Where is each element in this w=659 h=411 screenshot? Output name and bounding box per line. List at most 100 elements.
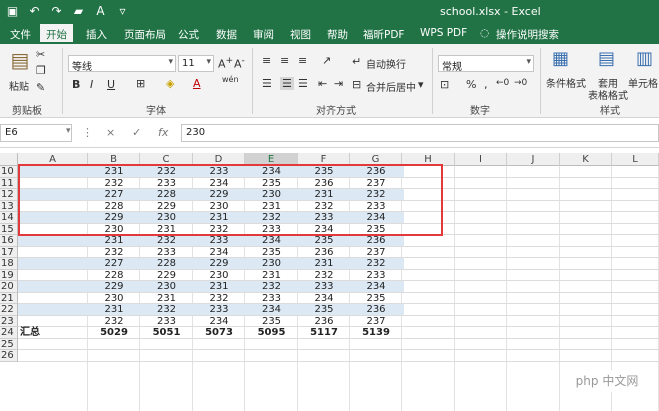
row-header[interactable]: 16 — [0, 235, 18, 247]
cell[interactable]: 230 — [140, 281, 193, 292]
formula-input[interactable]: 230 — [181, 124, 659, 142]
enter-icon[interactable]: ✓ — [132, 126, 141, 139]
cell[interactable]: 231 — [88, 235, 140, 246]
font-name-combo[interactable]: 等线 ▾ — [68, 55, 176, 73]
cell[interactable]: 5051 — [140, 327, 193, 338]
phonetic-button[interactable]: wén — [222, 75, 239, 84]
cell[interactable] — [18, 235, 88, 246]
cell[interactable]: 235 — [245, 247, 298, 258]
cell[interactable]: 233 — [245, 293, 298, 304]
conditional-format-button[interactable]: 条件格式 — [546, 75, 586, 90]
cell[interactable] — [245, 339, 298, 350]
cell[interactable]: 229 — [140, 270, 193, 281]
cell-styles-button[interactable]: 单元格 — [628, 75, 658, 90]
cell[interactable]: 5117 — [298, 327, 350, 338]
column-header-i[interactable]: I — [455, 153, 507, 166]
row-header[interactable]: 24 — [0, 327, 18, 339]
tab-insert[interactable]: 插入 — [86, 27, 107, 42]
cell[interactable]: 236 — [298, 247, 350, 258]
column-header-k[interactable]: K — [560, 153, 612, 166]
cell[interactable]: 233 — [350, 270, 402, 281]
cell[interactable] — [193, 339, 245, 350]
cell[interactable] — [245, 350, 298, 361]
cell[interactable]: 236 — [350, 235, 402, 246]
conditional-format-icon[interactable]: ▦ — [552, 48, 569, 69]
cell[interactable]: 231 — [88, 304, 140, 315]
row-header[interactable]: 13 — [0, 200, 18, 212]
cell[interactable]: 233 — [193, 304, 245, 315]
cell[interactable]: 232 — [88, 316, 140, 327]
customize-icon[interactable]: ▿ — [116, 4, 129, 18]
align-top-icon[interactable]: ≡ — [262, 54, 271, 67]
cell[interactable]: 228 — [140, 258, 193, 269]
cell[interactable]: 236 — [350, 304, 402, 315]
decrease-decimal-icon[interactable]: →0 — [514, 78, 527, 88]
cell[interactable]: 234 — [245, 235, 298, 246]
merge-center-icon[interactable]: ⊟ — [352, 78, 361, 91]
cell[interactable] — [18, 258, 88, 269]
increase-indent-icon[interactable]: ⇥ — [334, 77, 343, 90]
tab-data[interactable]: 数据 — [216, 27, 237, 42]
cell[interactable] — [298, 339, 350, 350]
cell[interactable]: 232 — [350, 258, 402, 269]
italic-button[interactable]: I — [90, 78, 93, 91]
column-header-l[interactable]: L — [612, 153, 659, 166]
align-right-icon[interactable]: ☰ — [298, 77, 308, 90]
font-color-icon[interactable]: A — [94, 4, 107, 18]
tab-view[interactable]: 视图 — [290, 27, 311, 42]
cell[interactable]: 237 — [350, 247, 402, 258]
cell[interactable] — [18, 316, 88, 327]
wrap-text-button[interactable]: 自动换行 — [366, 56, 406, 71]
row-header[interactable]: 26 — [0, 350, 18, 362]
cell[interactable] — [350, 350, 402, 361]
cell[interactable]: 231 — [140, 293, 193, 304]
chevron-down-icon[interactable]: ▾ — [418, 78, 424, 91]
tab-foxit-pdf[interactable]: 福昕PDF — [363, 27, 404, 42]
cell[interactable]: 231 — [298, 258, 350, 269]
cut-icon[interactable]: ✂ — [36, 48, 45, 61]
chevron-down-icon[interactable]: ▾ — [66, 126, 71, 136]
cell[interactable]: 232 — [245, 281, 298, 292]
decrease-indent-icon[interactable]: ⇤ — [318, 77, 327, 90]
cell[interactable] — [88, 339, 140, 350]
copy-icon[interactable]: ❐ — [36, 64, 46, 77]
row-header[interactable]: 17 — [0, 246, 18, 258]
cell[interactable]: 5095 — [245, 327, 298, 338]
cell[interactable]: 235 — [298, 235, 350, 246]
fill-color-icon[interactable]: ◈ — [166, 77, 174, 90]
cell[interactable] — [298, 350, 350, 361]
tab-help[interactable]: 帮助 — [327, 27, 348, 42]
align-center-icon[interactable]: ☰ — [280, 77, 294, 90]
row-header[interactable]: 15 — [0, 223, 18, 235]
cell[interactable] — [140, 339, 193, 350]
cell[interactable] — [18, 350, 88, 361]
folder-icon[interactable]: ▰ — [72, 4, 85, 18]
row-header[interactable]: 18 — [0, 258, 18, 270]
font-size-combo[interactable]: 11 ▾ — [178, 55, 214, 72]
row-header[interactable]: 23 — [0, 315, 18, 327]
cell[interactable]: 232 — [140, 304, 193, 315]
name-box[interactable]: E6 — [0, 124, 72, 142]
align-middle-icon[interactable]: ≡ — [280, 54, 289, 67]
cell[interactable]: 234 — [298, 293, 350, 304]
cell[interactable]: 227 — [88, 258, 140, 269]
cell[interactable]: 233 — [140, 247, 193, 258]
align-left-icon[interactable]: ☰ — [262, 77, 272, 90]
cell[interactable] — [18, 270, 88, 281]
number-format-combo[interactable]: 常规 ▾ — [438, 55, 534, 73]
cell[interactable] — [18, 339, 88, 350]
column-header-j[interactable]: J — [507, 153, 560, 166]
percent-icon[interactable]: % — [466, 78, 476, 91]
cell[interactable]: 234 — [350, 281, 402, 292]
cell[interactable]: 229 — [88, 281, 140, 292]
cell[interactable]: 235 — [298, 304, 350, 315]
cell[interactable]: 5073 — [193, 327, 245, 338]
cell[interactable]: 231 — [245, 270, 298, 281]
merge-center-button[interactable]: 合并后居中 — [366, 79, 416, 94]
increase-font-icon[interactable]: A+ — [218, 55, 233, 71]
cell[interactable]: 237 — [350, 316, 402, 327]
increase-decimal-icon[interactable]: ←0 — [496, 78, 509, 88]
row-header[interactable]: 12 — [0, 189, 18, 201]
cell[interactable]: 232 — [140, 235, 193, 246]
cell[interactable]: 230 — [245, 258, 298, 269]
